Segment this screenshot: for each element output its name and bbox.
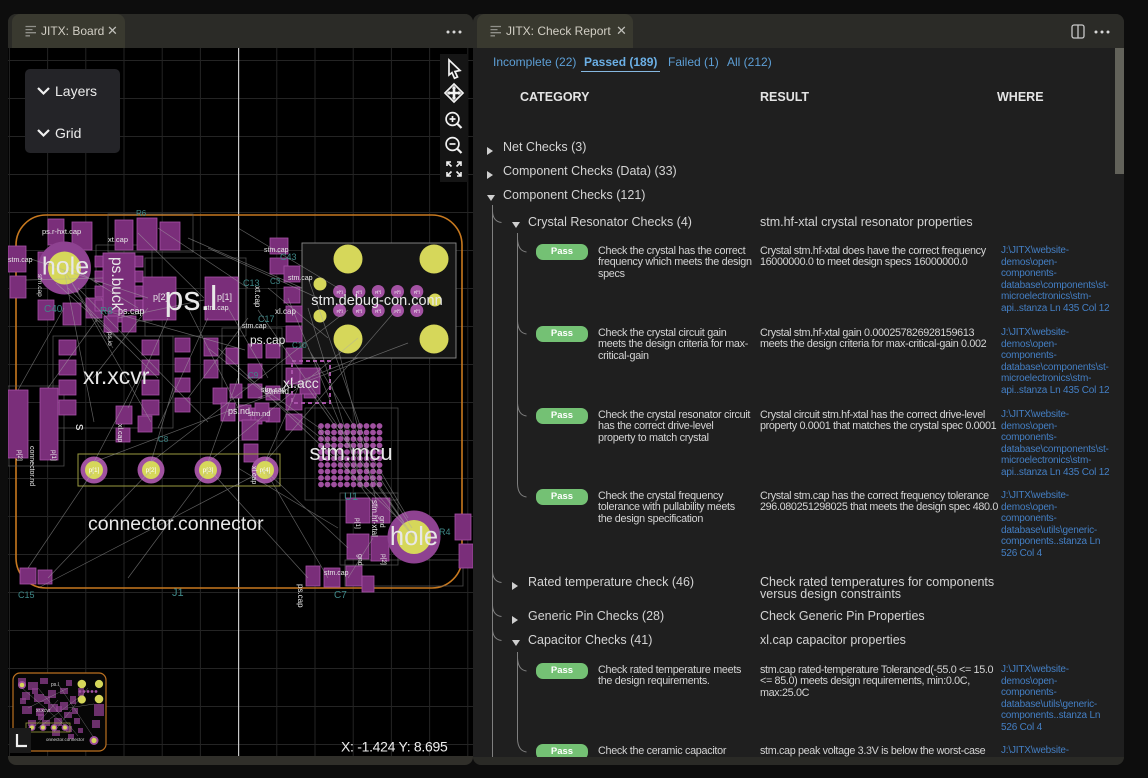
svg-text:stm.cap: stm.cap [288,275,313,282]
svg-text:xt.cap: xt.cap [108,235,128,244]
svg-text:ps.nd: ps.nd [228,406,250,416]
svg-text:p[2]: p[2] [153,292,168,302]
svg-text:U1: U1 [344,491,358,503]
svg-text:p[1]: p[1] [89,467,100,474]
svg-text:onnector.connector: onnector.connector [46,737,85,742]
svg-text:stm.cap: stm.cap [204,305,229,312]
svg-text:p[1]: p[1] [354,518,361,529]
svg-text:p[2]: p[2] [146,467,157,474]
svg-text:p[1]: p[1] [50,450,57,461]
svg-text:stm.nd: stm.nd [265,387,289,396]
svg-text:R4: R4 [439,527,451,537]
svg-text:C15: C15 [18,590,35,600]
svg-text:p[1]: p[1] [217,292,232,302]
svg-text:stm.cap: stm.cap [242,323,267,330]
svg-text:ps.cap: ps.cap [118,306,145,316]
svg-text:stm.hf-xtal: stm.hf-xtal [370,500,379,537]
svg-text:Grid: Grid [55,125,81,141]
svg-text:xl.cap: xl.cap [116,424,123,442]
svg-text:stm.debug-con.conn: stm.debug-con.conn [311,293,442,309]
svg-text:stm.cap: stm.cap [8,257,33,264]
svg-text:s: s [73,424,88,431]
svg-text:C8: C8 [158,435,169,444]
svg-text:C3: C3 [270,277,281,286]
svg-text:J1: J1 [172,587,184,599]
svg-text:X: -1.424 Y: 8.695: X: -1.424 Y: 8.695 [341,739,448,755]
svg-text:connector.connector: connector.connector [88,513,264,535]
svg-text:R6: R6 [136,209,147,218]
svg-text:stm.nd: stm.nd [248,409,271,418]
svg-text:stm.cap: stm.cap [36,274,43,297]
svg-text:hole: hole [42,253,89,281]
svg-text:connector.nd: connector.nd [28,446,35,486]
svg-text:xt.cap: xt.cap [253,286,262,308]
svg-text:hole: hole [390,523,438,551]
svg-text:stm.cap: stm.cap [324,570,349,577]
svg-text:xl.cap: xl.cap [250,466,257,484]
svg-text:xr.xcvr: xr.xcvr [83,363,150,389]
svg-text:C7: C7 [334,590,347,601]
svg-text:ps.l: ps.l [165,280,218,318]
svg-text:xl.cap: xl.cap [275,307,296,316]
svg-text:ps.io: ps.io [106,332,113,346]
svg-text:ps.buck: ps.buck [108,257,125,311]
svg-text:ps.l: ps.l [51,682,59,688]
svg-text:gnd: gnd [356,554,363,566]
svg-text:p[2]: p[2] [16,450,23,461]
svg-text:C40: C40 [44,304,63,315]
svg-text:R8: R8 [100,306,113,317]
svg-text:stm.mcu: stm.mcu [309,440,392,465]
svg-text:C43: C43 [280,252,297,262]
svg-text:Layers: Layers [55,83,97,99]
svg-text:C17: C17 [258,314,275,324]
svg-text:p[2]: p[2] [380,554,387,565]
svg-text:C13: C13 [243,278,260,288]
svg-text:C10: C10 [292,341,307,350]
svg-text:ps.cap: ps.cap [250,333,286,347]
svg-text:C9: C9 [248,371,259,380]
svg-text:ps.cap: ps.cap [296,584,305,608]
svg-text:ps.r-hxt.cap: ps.r-hxt.cap [42,227,81,236]
